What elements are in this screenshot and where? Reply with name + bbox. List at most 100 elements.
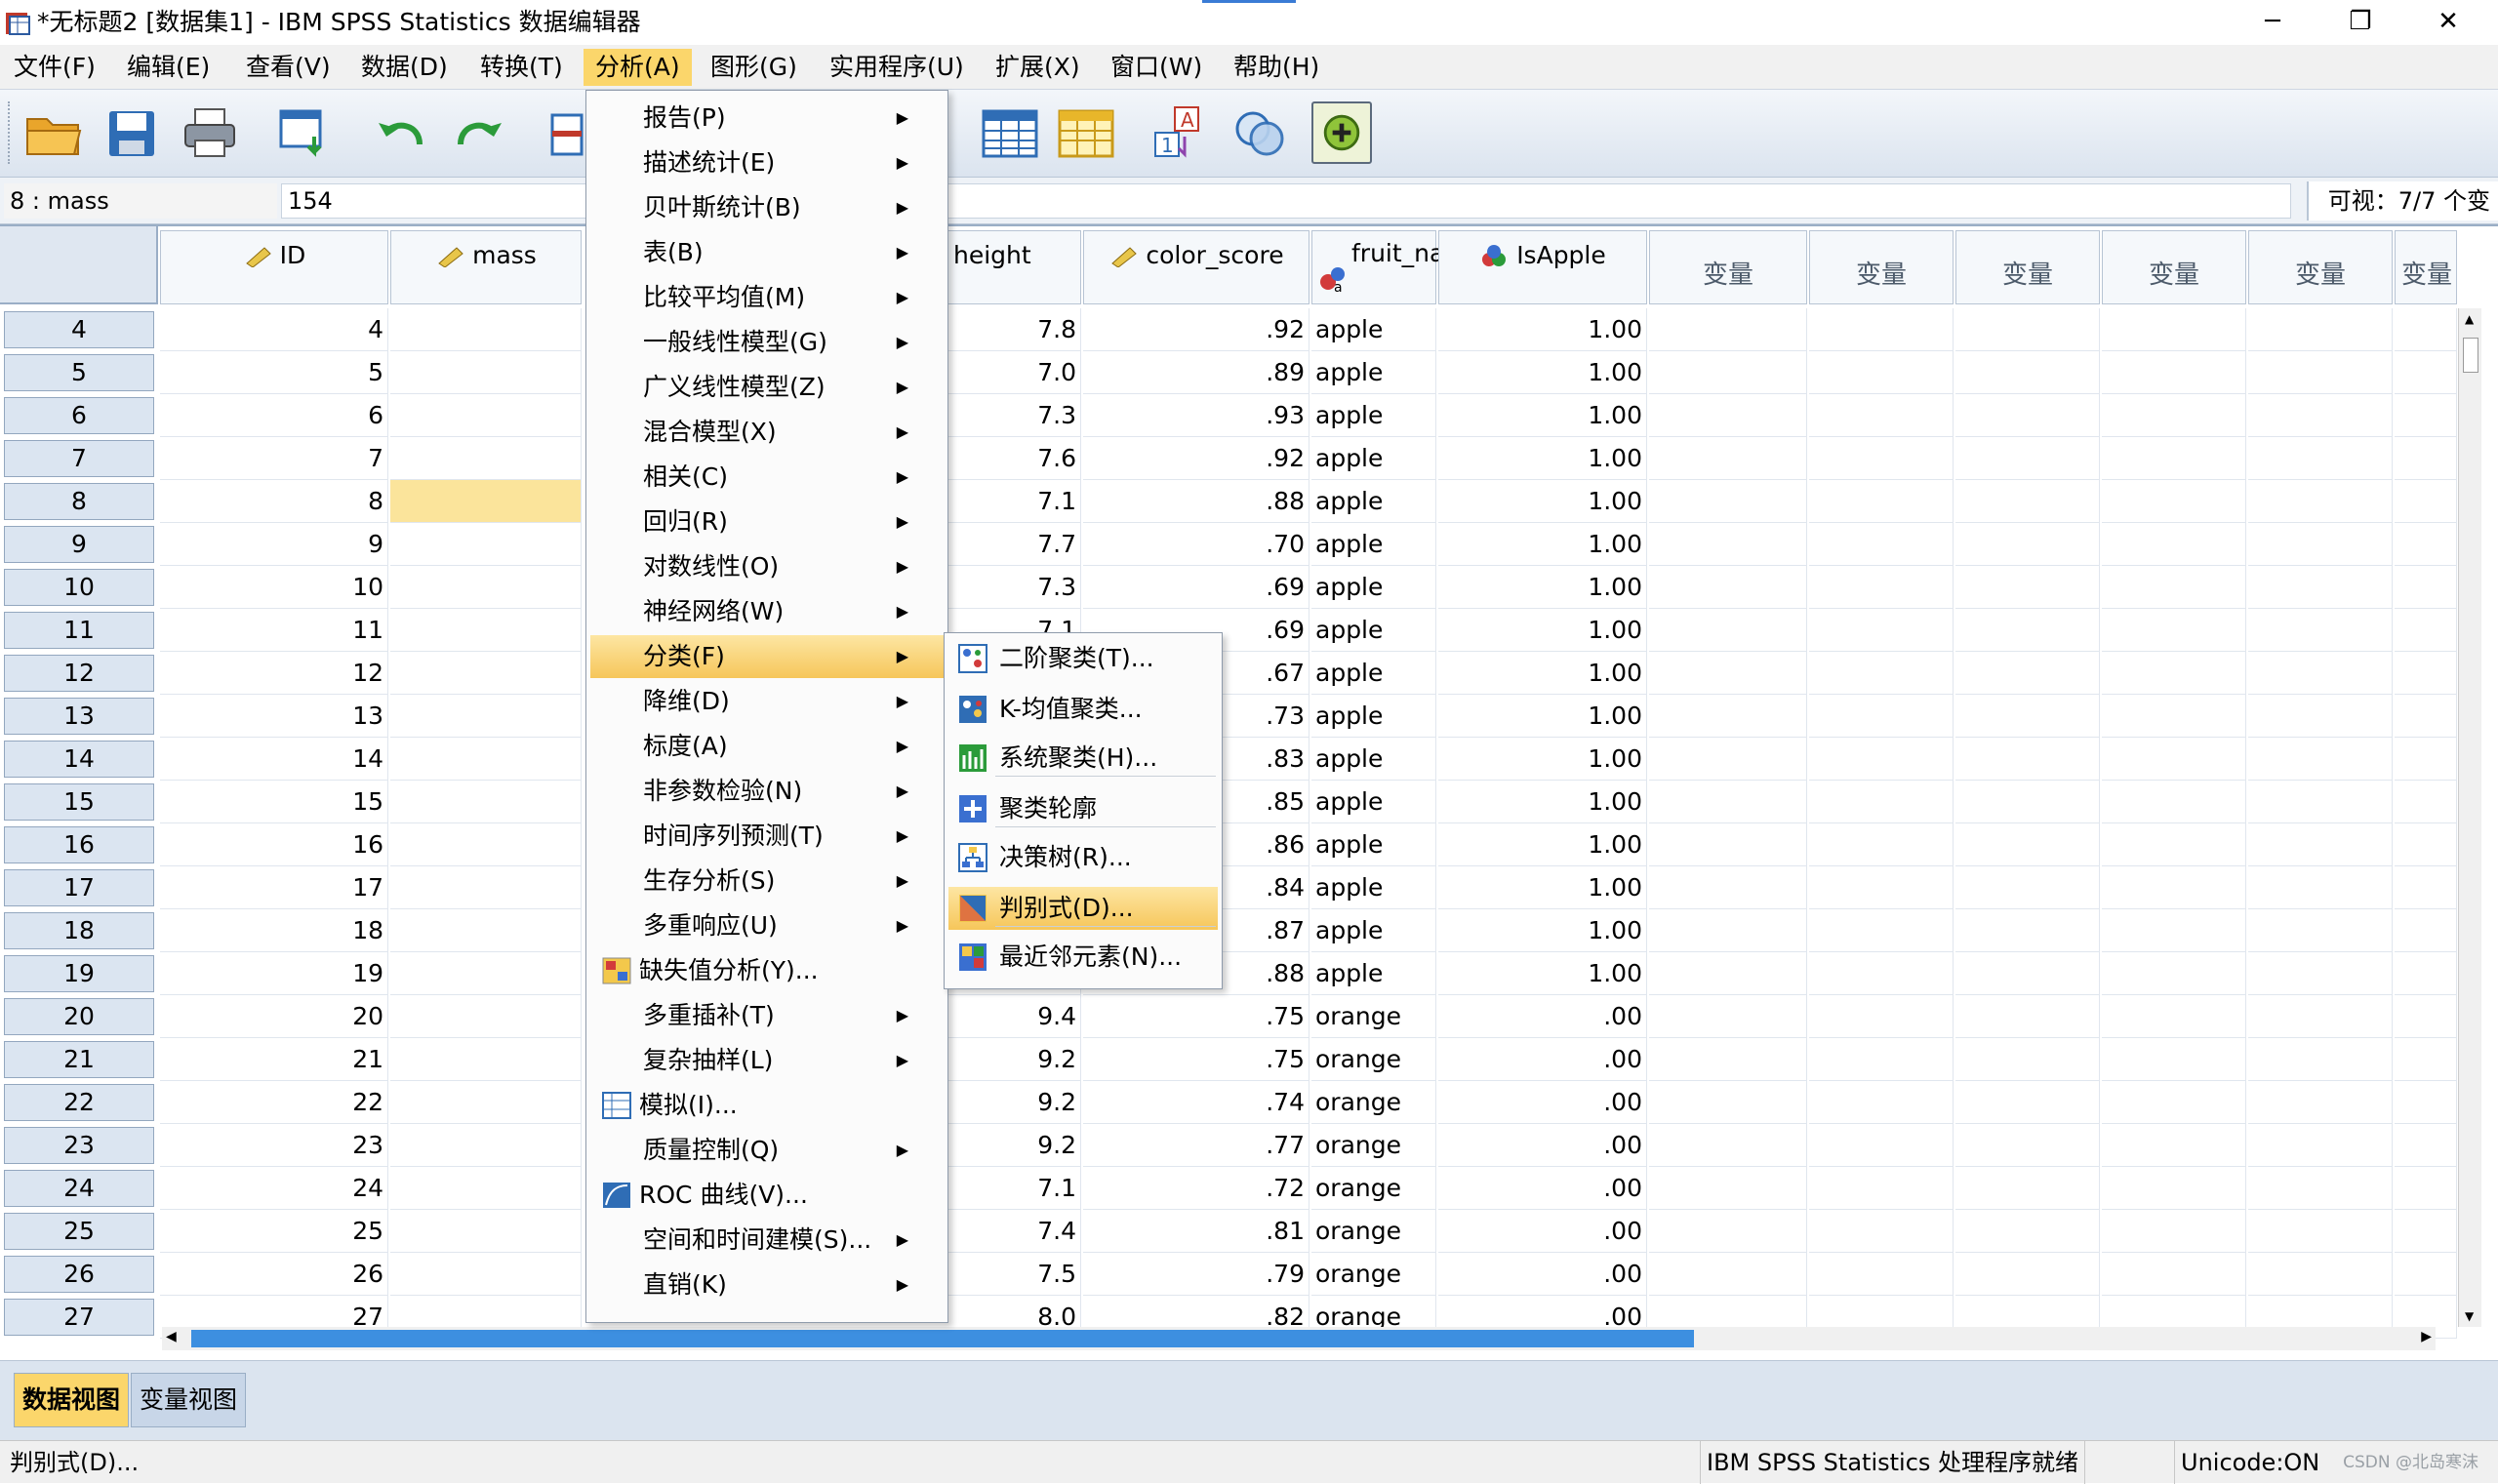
cell-id[interactable]: 23 bbox=[160, 1124, 388, 1167]
row-header[interactable]: 11 bbox=[4, 612, 154, 649]
cell-id[interactable]: 22 bbox=[160, 1081, 388, 1124]
cell-fruit-name[interactable]: orange bbox=[1311, 1081, 1436, 1124]
menu-data[interactable]: 数据(D) bbox=[349, 49, 460, 86]
vertical-scrollbar[interactable]: ▲ ▼ bbox=[2458, 308, 2481, 1327]
column-header-mass[interactable]: mass bbox=[390, 230, 582, 304]
cell-height[interactable]: 7.8 bbox=[947, 308, 1081, 351]
cell-height[interactable]: 9.4 bbox=[947, 995, 1081, 1038]
cell-empty[interactable] bbox=[2248, 1210, 2393, 1253]
cell-empty[interactable] bbox=[2395, 437, 2457, 480]
cell-empty[interactable] bbox=[2102, 1210, 2246, 1253]
tab-variable-view[interactable]: 变量视图 bbox=[131, 1373, 247, 1427]
cell-empty[interactable] bbox=[2395, 523, 2457, 566]
cell-isapple[interactable]: 1.00 bbox=[1438, 781, 1647, 823]
cell-id[interactable]: 11 bbox=[160, 609, 388, 652]
cell-empty[interactable] bbox=[2102, 652, 2246, 695]
cell-isapple[interactable]: 1.00 bbox=[1438, 952, 1647, 995]
maximize-button[interactable]: ❐ bbox=[2317, 0, 2404, 45]
cell-empty[interactable] bbox=[1809, 394, 1954, 437]
cell-id[interactable]: 18 bbox=[160, 909, 388, 952]
cell-empty[interactable] bbox=[2395, 823, 2457, 866]
cell-color-score[interactable]: .74 bbox=[1083, 1081, 1309, 1124]
cell-id[interactable]: 26 bbox=[160, 1253, 388, 1296]
cell-mass[interactable] bbox=[390, 909, 582, 952]
cell-mass[interactable] bbox=[390, 437, 582, 480]
value-labels-icon[interactable]: A 1 bbox=[1151, 101, 1212, 164]
cell-empty[interactable] bbox=[1955, 1253, 2100, 1296]
cell-empty[interactable] bbox=[1809, 1038, 1954, 1081]
cell-empty[interactable] bbox=[2248, 823, 2393, 866]
menu-edit[interactable]: 编辑(E) bbox=[115, 49, 222, 86]
cell-empty[interactable] bbox=[2102, 866, 2246, 909]
cell-mass[interactable] bbox=[390, 1210, 582, 1253]
cell-empty[interactable] bbox=[2395, 1124, 2457, 1167]
cell-mass[interactable] bbox=[390, 566, 582, 609]
cell-empty[interactable] bbox=[2248, 1081, 2393, 1124]
cell-empty[interactable] bbox=[1809, 952, 1954, 995]
menu-graphs[interactable]: 图形(G) bbox=[699, 49, 809, 86]
cell-empty[interactable] bbox=[1809, 652, 1954, 695]
tab-data-view[interactable]: 数据视图 bbox=[14, 1373, 130, 1427]
cell-fruit-name[interactable]: apple bbox=[1311, 781, 1436, 823]
cell-empty[interactable] bbox=[2248, 695, 2393, 738]
cell-empty[interactable] bbox=[2248, 995, 2393, 1038]
cell-fruit-name[interactable]: apple bbox=[1311, 523, 1436, 566]
menu-extensions[interactable]: 扩展(X) bbox=[984, 49, 1092, 86]
cell-isapple[interactable]: 1.00 bbox=[1438, 308, 1647, 351]
cell-mass[interactable] bbox=[390, 394, 582, 437]
cell-color-score[interactable]: .88 bbox=[1083, 480, 1309, 523]
menu-utilities[interactable]: 实用程序(U) bbox=[818, 49, 976, 86]
row-header[interactable]: 24 bbox=[4, 1170, 154, 1207]
cell-isapple[interactable]: .00 bbox=[1438, 1210, 1647, 1253]
cell-empty[interactable] bbox=[2248, 1253, 2393, 1296]
cell-empty[interactable] bbox=[1809, 995, 1954, 1038]
cell-mass[interactable] bbox=[390, 1038, 582, 1081]
cell-mass[interactable] bbox=[390, 738, 582, 781]
cell-empty[interactable] bbox=[1649, 394, 1807, 437]
cell-empty[interactable] bbox=[2395, 866, 2457, 909]
cell-isapple[interactable]: 1.00 bbox=[1438, 351, 1647, 394]
cell-fruit-name[interactable]: orange bbox=[1311, 1038, 1436, 1081]
cell-color-score[interactable]: .81 bbox=[1083, 1210, 1309, 1253]
cell-empty[interactable] bbox=[2395, 995, 2457, 1038]
add-on-icon[interactable] bbox=[1311, 101, 1372, 164]
row-header[interactable]: 13 bbox=[4, 698, 154, 735]
cell-empty[interactable] bbox=[1649, 952, 1807, 995]
column-header-empty-var[interactable]: 变量 bbox=[2102, 230, 2246, 304]
cell-fruit-name[interactable]: apple bbox=[1311, 480, 1436, 523]
menu-analyze[interactable]: 分析(A) bbox=[584, 49, 692, 86]
dialog-recall-icon[interactable] bbox=[275, 101, 336, 164]
column-header-height[interactable]: height bbox=[947, 230, 1081, 304]
row-header[interactable]: 5 bbox=[4, 354, 154, 391]
undo-icon[interactable] bbox=[371, 101, 431, 164]
cell-empty[interactable] bbox=[2102, 523, 2246, 566]
cell-empty[interactable] bbox=[2395, 1081, 2457, 1124]
cell-fruit-name[interactable]: apple bbox=[1311, 952, 1436, 995]
cell-empty[interactable] bbox=[1955, 1167, 2100, 1210]
cell-empty[interactable] bbox=[2102, 781, 2246, 823]
cell-empty[interactable] bbox=[2102, 823, 2246, 866]
goto-case-icon[interactable] bbox=[546, 101, 585, 164]
split-file-icon[interactable] bbox=[980, 101, 1040, 164]
cell-fruit-name[interactable]: orange bbox=[1311, 1124, 1436, 1167]
cell-fruit-name[interactable]: apple bbox=[1311, 308, 1436, 351]
cell-empty[interactable] bbox=[1955, 1210, 2100, 1253]
cell-fruit-name[interactable]: apple bbox=[1311, 566, 1436, 609]
cell-empty[interactable] bbox=[2248, 609, 2393, 652]
cell-id[interactable]: 24 bbox=[160, 1167, 388, 1210]
analyze-menu-item[interactable]: 直销(K) ▶ bbox=[590, 1263, 944, 1306]
cell-id[interactable]: 8 bbox=[160, 480, 388, 523]
cell-empty[interactable] bbox=[2395, 480, 2457, 523]
column-header-empty-var[interactable]: 变量 bbox=[2248, 230, 2393, 304]
cell-empty[interactable] bbox=[1955, 652, 2100, 695]
cell-mass[interactable] bbox=[390, 995, 582, 1038]
row-header[interactable]: 25 bbox=[4, 1213, 154, 1250]
cell-height[interactable]: 7.4 bbox=[947, 1210, 1081, 1253]
cell-id[interactable]: 12 bbox=[160, 652, 388, 695]
cell-empty[interactable] bbox=[1955, 695, 2100, 738]
analyze-menu-item[interactable]: 缺失值分析(Y)... bbox=[590, 949, 944, 992]
redo-icon[interactable] bbox=[449, 101, 509, 164]
cell-color-score[interactable]: .77 bbox=[1083, 1124, 1309, 1167]
cell-empty[interactable] bbox=[2102, 308, 2246, 351]
toolbar-grip[interactable] bbox=[8, 101, 12, 164]
